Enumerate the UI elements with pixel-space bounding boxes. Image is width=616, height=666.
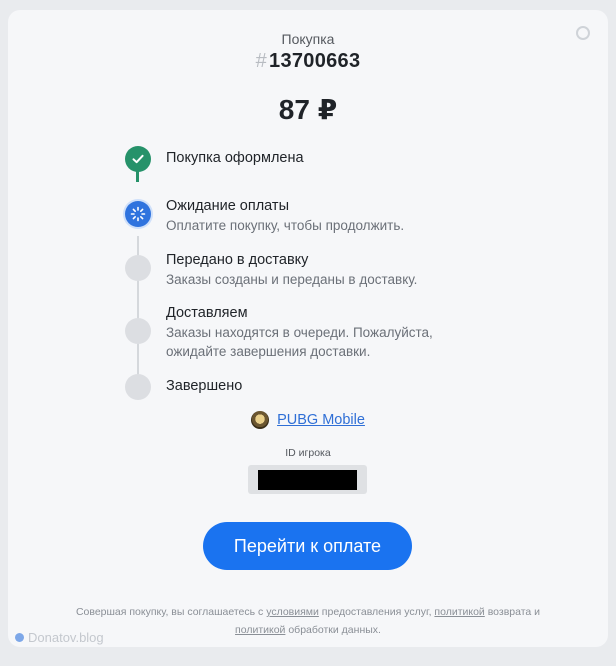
legal-text: предоставления услуг, — [318, 606, 435, 618]
step-description: Заказы находятся в очереди. Пожалуйста, … — [166, 325, 433, 359]
watermark-text: Donatov.blog — [28, 630, 104, 645]
step-description: Оплатите покупку, чтобы продолжить. — [166, 218, 405, 233]
step-title: Доставляем — [166, 305, 248, 321]
player-id-redacted — [258, 469, 357, 490]
terms-link[interactable]: условиями — [266, 606, 319, 618]
legal-text: обработки данных. — [285, 624, 381, 636]
game-info: PUBG Mobile — [8, 411, 608, 429]
step-title: Ожидание оплаты — [166, 198, 289, 214]
hash-icon: # — [255, 50, 268, 72]
step-title: Передано в доставку — [166, 252, 309, 268]
order-number: #13700663 — [8, 50, 608, 73]
pending-step-icon — [125, 255, 151, 281]
check-icon — [125, 146, 151, 172]
order-number-value: 13700663 — [269, 50, 361, 72]
game-link[interactable]: PUBG Mobile — [277, 412, 365, 428]
spinner-icon — [125, 201, 151, 227]
step-title: Завершено — [166, 378, 243, 394]
price: 87 ₽ — [278, 94, 338, 125]
purchase-card: Покупка #13700663 87 ₽ Покупка оформлена — [8, 10, 608, 647]
legal-text: Совершая покупку, вы соглашаетесь с — [75, 606, 267, 618]
watermark-logo-icon — [15, 633, 24, 642]
player-id-field — [248, 465, 367, 494]
pending-step-icon — [125, 318, 151, 344]
legal-notice: Совершая покупку, вы соглашаетесь с усло… — [48, 603, 568, 639]
purchase-label: Покупка — [281, 31, 335, 47]
legal-text: возврата и — [484, 606, 541, 618]
step-description: Заказы созданы и переданы в доставку. — [166, 272, 418, 287]
step-title: Покупка оформлена — [166, 150, 304, 166]
pubg-mobile-icon — [251, 411, 270, 429]
refund-policy-link[interactable]: политикой — [434, 606, 484, 618]
watermark: Donatov.blog — [15, 630, 104, 645]
player-id-label: ID игрока — [285, 447, 331, 459]
pending-step-icon — [125, 374, 151, 400]
privacy-policy-link[interactable]: политикой — [235, 624, 285, 636]
progress-steps: Покупка оформлена Ожидание оплаты Оплати… — [125, 146, 545, 400]
go-to-payment-button[interactable]: Перейти к оплате — [203, 522, 412, 570]
